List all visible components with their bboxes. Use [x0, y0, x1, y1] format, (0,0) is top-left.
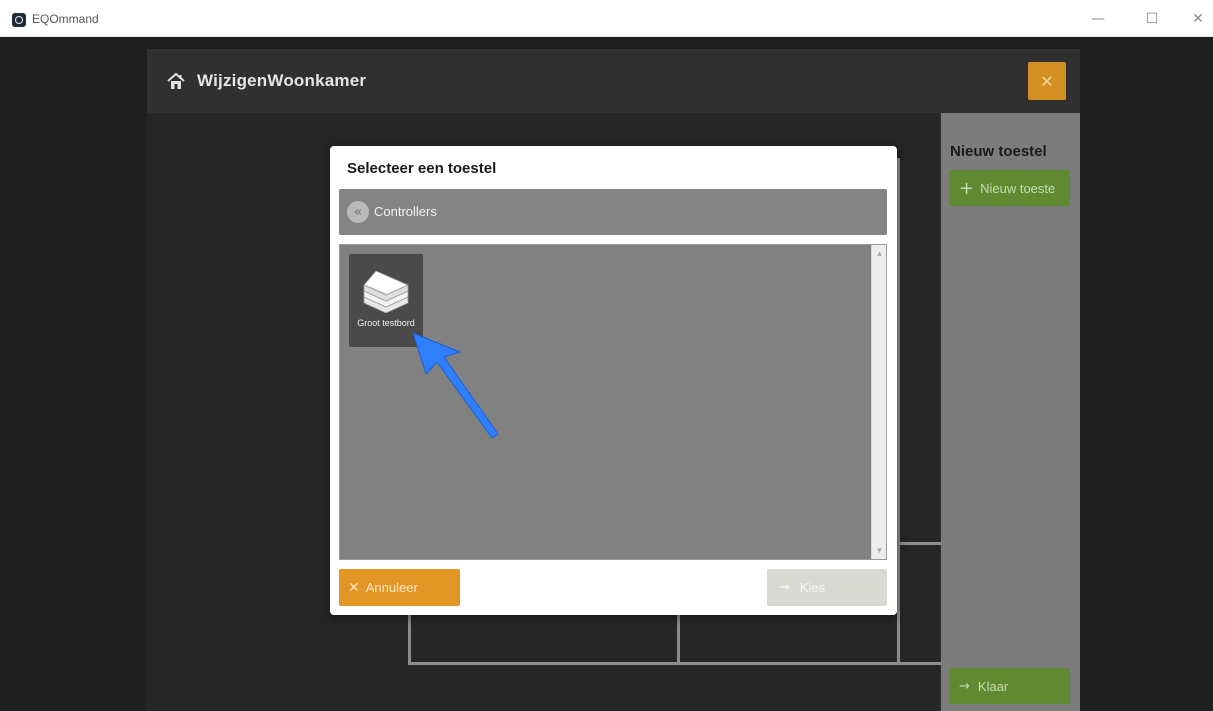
room-grid-line — [677, 612, 680, 664]
room-grid-line — [897, 158, 900, 665]
cancel-button[interactable]: ✕ Annuleer — [339, 569, 460, 606]
done-button[interactable]: → Klaar — [949, 668, 1070, 704]
controller-box-icon — [363, 270, 409, 313]
window-title: EQOmmand — [32, 12, 99, 26]
page-title: WijzigenWoonkamer — [197, 71, 367, 90]
new-device-button[interactable]: + Nieuw toeste — [949, 170, 1070, 206]
done-label: Klaar — [977, 678, 1009, 694]
annotation-arrow-icon — [412, 332, 499, 439]
breadcrumb-label: Controllers — [374, 204, 437, 219]
device-tile-label: Groot testbord — [357, 318, 415, 328]
choose-label: Kies — [799, 580, 826, 595]
room-grid-line — [408, 612, 411, 664]
editor-close-button[interactable]: ✕ — [1028, 62, 1066, 100]
home-icon — [167, 72, 185, 89]
window-close-button[interactable]: ✕ — [1175, 0, 1213, 37]
side-panel-title: Nieuw toestel — [950, 143, 1047, 160]
backdrop-right — [1080, 38, 1213, 711]
maximize-button[interactable]: ☐ — [1129, 0, 1175, 37]
arrow-right-icon: → — [959, 678, 970, 694]
back-icon[interactable]: « — [347, 201, 369, 223]
breadcrumb: « Controllers — [339, 189, 887, 235]
minimize-button[interactable]: — — [1075, 0, 1121, 37]
scroll-up-icon[interactable]: ▲ — [875, 249, 884, 258]
cancel-label: Annuleer — [365, 580, 418, 595]
close-icon: ✕ — [348, 579, 360, 596]
arrow-right-icon: → — [779, 580, 790, 595]
window-titlebar: EQOmmand — ☐ ✕ — [0, 0, 1213, 37]
device-side-panel: Nieuw toestel + Nieuw toeste → Klaar — [941, 113, 1080, 711]
scroll-down-icon[interactable]: ▼ — [875, 546, 884, 555]
plus-icon: + — [959, 177, 975, 199]
dialog-title: Selecteer een toestel — [347, 160, 497, 177]
backdrop-left — [0, 38, 147, 711]
choose-button[interactable]: → Kies — [767, 569, 887, 606]
app-logo-icon — [12, 13, 26, 27]
room-grid-line — [408, 662, 941, 665]
new-device-label: Nieuw toeste — [980, 180, 1056, 196]
editor-header: WijzigenWoonkamer ✕ — [147, 49, 1080, 113]
room-grid-line — [896, 542, 941, 545]
list-scrollbar[interactable]: ▲ ▼ — [871, 245, 886, 559]
